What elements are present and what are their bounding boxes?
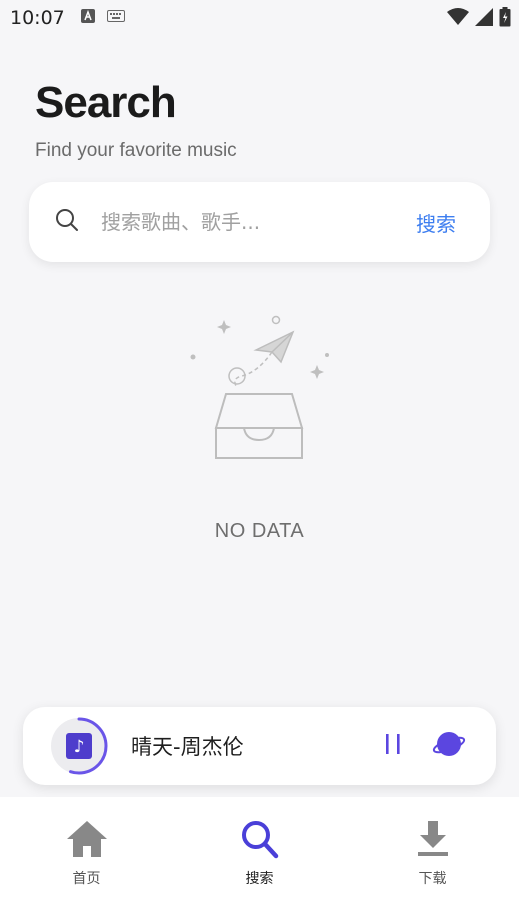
battery-icon [499,7,511,32]
search-button[interactable]: 搜索 [416,208,456,237]
home-icon [65,819,109,864]
status-bar: 10:07 [0,0,519,36]
search-icon [55,208,79,237]
mini-player[interactable]: ♪ 晴天-周杰伦 [23,707,496,785]
empty-state-text: NO DATA [214,520,305,542]
nav-label-search: 搜索 [245,871,274,887]
album-art-progress[interactable]: ♪ [49,716,109,776]
search-input[interactable] [101,210,416,234]
nav-item-download[interactable]: 下载 [346,797,519,922]
status-time: 10:07 [10,7,65,29]
nav-item-search[interactable]: 搜索 [173,797,346,922]
empty-state: NO DATA [0,310,519,543]
nav-label-download: 下载 [418,871,447,887]
empty-inbox-illustration [190,315,329,459]
search-bar: 搜索 [29,182,490,262]
page-title: Search [35,78,177,127]
svg-text:♪: ♪ [74,737,85,757]
text-input-method-icon [80,8,95,28]
nav-label-home: 首页 [72,871,101,887]
header: Search Find your favorite music [35,78,237,162]
download-icon [411,819,455,864]
wifi-icon [447,8,469,31]
planet-icon[interactable] [432,729,466,764]
page-subtitle: Find your favorite music [35,140,237,161]
nav-item-home[interactable]: 首页 [0,797,173,922]
search-icon [238,819,282,864]
keyboard-icon [106,9,125,27]
pause-icon[interactable] [384,733,402,760]
signal-icon [475,8,493,31]
now-playing-title: 晴天-周杰伦 [131,735,244,759]
bottom-nav: 首页 搜索 下载 [0,797,519,922]
